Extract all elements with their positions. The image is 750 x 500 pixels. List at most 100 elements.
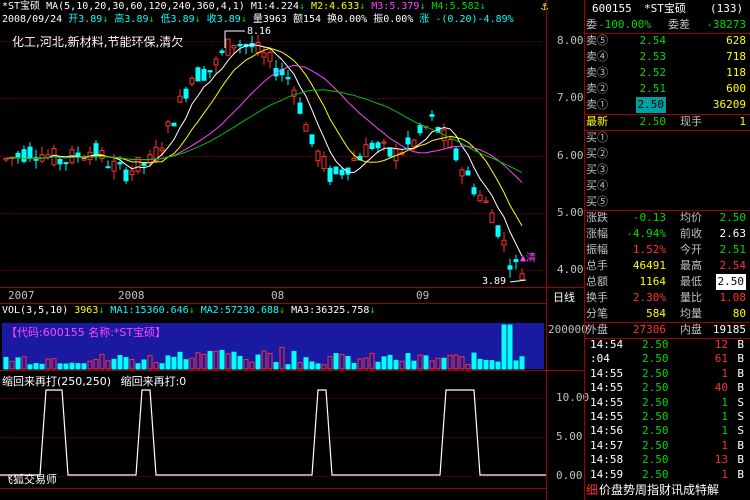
now-vol: 1 [739,115,746,128]
candle-body [477,194,483,202]
stat-label-1: 总额 [586,275,608,288]
event-marker[interactable]: ▲清 [520,249,536,264]
buy-row[interactable]: 买① [584,130,750,146]
last-price: 2.50 [639,115,667,128]
volume-bar [267,352,273,370]
volume-bar [21,356,27,370]
sell-vol: 718 [726,50,746,63]
tick-row[interactable]: 14:59 2.50 1 B [584,468,750,482]
volume-bar [327,356,333,370]
candle-body [129,170,135,176]
tick-time: 14:58 [590,453,624,467]
volume-bar [171,356,177,370]
candle-body [15,152,21,158]
volume-bar [177,351,183,370]
sell-row[interactable]: 卖① 2.50 36209 [584,97,750,113]
buy-row[interactable]: 买⑤ [584,194,750,210]
volume-bar [345,356,351,370]
sell-row[interactable]: 卖③ 2.52 118 [584,65,750,81]
tick-vol: 40 [714,381,728,395]
bar-turnover: 换0.00% [327,14,368,25]
stat-value-2: 2.50 [715,274,746,290]
footer-tab-list[interactable]: 价盘势周指财讯成特解 [599,482,719,498]
sell-label: 卖⑤ [586,34,608,47]
footer-prefix[interactable]: 细 [586,482,598,498]
tick-row[interactable]: 14:55 2.50 1 S [584,396,750,410]
buy-row[interactable]: 买③ [584,162,750,178]
volume-bar [279,346,285,370]
sell-row[interactable]: 卖② 2.51 600 [584,81,750,97]
down-arrow-icon: ↓ [479,1,486,12]
sell-row[interactable]: 卖⑤ 2.54 628 [584,33,750,49]
ind-tick-0: 0.00 [556,469,583,482]
max-price-label: 8.16 [247,26,272,37]
tick-row[interactable]: :04 2.50 61 B [584,352,750,366]
tick-time: 14:55 [590,395,624,409]
stat-row: 振幅 1.52% 今开 2.51 [584,242,750,258]
volume-bar [249,361,255,370]
buy-row[interactable]: 买④ [584,178,750,194]
volume-bar [129,358,135,370]
tick-row[interactable]: 14:55 2.50 1 B [584,367,750,381]
stat-label-2: 均量 [680,307,702,320]
volume-bar [417,354,423,370]
volume-bar [303,357,309,370]
volume-bar [321,364,327,370]
candle-body [327,167,333,182]
tick-row[interactable]: 14:56 2.50 1 S [584,424,750,438]
candle-body [219,50,225,54]
down-arrow-icon: ↓ [188,305,195,316]
ma-m4: M4:5.582 [431,1,480,12]
volume-bar [51,358,57,370]
down-arrow-icon: ↓ [419,1,426,12]
down-arrow-icon: ↓ [279,305,286,316]
volume-bar [93,358,99,370]
candle-body [417,125,423,134]
tick-row[interactable]: 14:57 2.50 1 B [584,439,750,453]
tick-row[interactable]: 14:55 2.50 1 S [584,410,750,424]
volume-bar [255,354,261,370]
volume-bar [399,360,405,370]
tick-row[interactable]: 14:54 2.50 12 B [584,338,750,352]
vol-ma3: MA3:36325.758 [291,305,370,316]
watermark: 飞狐交易师 [2,473,57,486]
tick-vol: 1 [721,467,728,481]
stat-label-1: 换手 [586,291,608,304]
buy-label: 买③ [586,163,608,176]
sell-price: 2.50 [635,97,666,113]
daily-period-button[interactable]: 日线 [553,289,575,305]
outer-value: 27306 [632,323,666,336]
tick-price: 2.50 [642,366,669,380]
candle-body [237,44,243,47]
candle-body [189,77,195,85]
volume-bar [237,356,243,370]
x-label-2008: 2008 [118,289,145,302]
stat-value-1: 2.30% [632,291,666,304]
volume-bar [423,355,429,370]
candle-body [261,52,267,58]
sell-row[interactable]: 卖④ 2.53 718 [584,49,750,65]
volume-bar [309,361,315,370]
volume-chart [3,324,525,370]
volume-bar [81,363,87,370]
sell-price: 2.54 [639,34,667,47]
buy-row[interactable]: 买② [584,146,750,162]
inner-value: 19185 [712,323,746,336]
volume-bar [429,360,435,370]
bar-volume: 量3963 [252,14,287,25]
ma-m1: M1:4.224 [250,1,299,12]
weicha-value: -38273 [706,18,746,31]
candle-body [117,162,123,165]
down-arrow-icon: ↓ [240,14,247,25]
anchor-icon[interactable]: ⚓ [541,0,548,13]
chart-area[interactable]: *ST宝硕 MA(5,10,20,30,60,120,240,360,4,1) … [0,0,589,500]
quote-panel: 600155 *ST宝硕 (133) 委 -100.00% 委差 -38273 … [584,0,750,500]
price-tick-4: 4.00 [557,263,584,276]
x-label-08: 08 [271,289,285,302]
stat-label-2: 前收 [680,227,702,240]
tick-row[interactable]: 14:58 2.50 13 B [584,453,750,467]
tick-vol: 1 [721,366,728,380]
bar-date: 2008/09/24 [2,14,63,25]
tick-row[interactable]: 14:55 2.50 40 B [584,381,750,395]
footer-tabs[interactable]: 细 价盘势周指财讯成特解 [584,482,750,498]
